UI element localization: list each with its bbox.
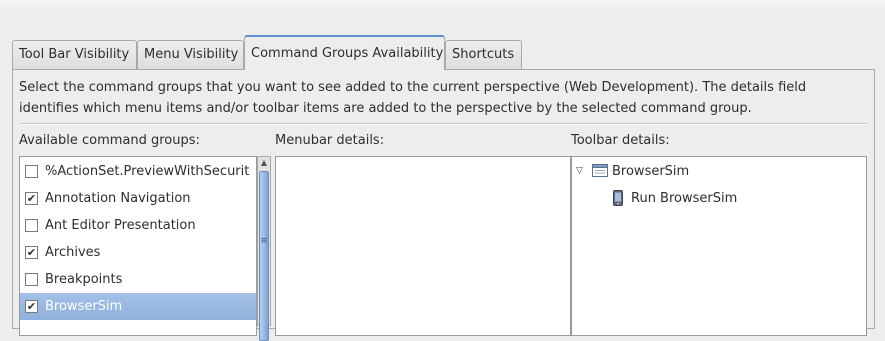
list-item-label: BrowserSim: [45, 299, 123, 314]
description-text: Select the command groups that you want …: [19, 80, 807, 116]
checkbox[interactable]: [25, 273, 38, 286]
menubar-details-pane[interactable]: [275, 156, 571, 336]
scrollbar-thumb[interactable]: ≡: [259, 171, 269, 341]
tab-shortcuts[interactable]: Shortcuts: [445, 40, 522, 70]
checkbox[interactable]: [25, 165, 38, 178]
tab-label: Shortcuts: [452, 47, 515, 62]
list-item[interactable]: ✔ Annotation Navigation: [20, 185, 256, 212]
checkbox[interactable]: ✔: [25, 246, 38, 259]
toolbar-group-icon: [592, 164, 608, 177]
grip-icon: ≡: [260, 236, 268, 246]
list-item[interactable]: Breakpoints: [20, 266, 256, 293]
list-item-selected[interactable]: ✔ BrowserSim: [20, 293, 256, 320]
window-top-band: [0, 0, 885, 14]
list-item-label: Ant Editor Presentation: [45, 218, 196, 233]
command-groups-list[interactable]: %ActionSet.PreviewWithSecurit ✔ Annotati…: [19, 156, 257, 336]
tree-node-label: Run BrowserSim: [631, 191, 738, 206]
command-groups-scrollbar[interactable]: ▲ ≡: [257, 156, 271, 341]
menubar-details-label: Menubar details:: [275, 133, 385, 148]
available-command-groups-label: Available command groups:: [19, 133, 200, 148]
checkbox[interactable]: ✔: [25, 300, 38, 313]
list-item-label: Archives: [45, 245, 101, 260]
list-item[interactable]: ✔ Archives: [20, 239, 256, 266]
checkbox[interactable]: [25, 219, 38, 232]
expander-icon[interactable]: ▽: [576, 166, 586, 176]
list-item-label: Annotation Navigation: [45, 191, 191, 206]
list-item-label: %ActionSet.PreviewWithSecurit: [45, 164, 250, 179]
checkbox[interactable]: ✔: [25, 192, 38, 205]
tree-node-browsersim[interactable]: ▽ BrowserSim: [572, 158, 866, 185]
toolbar-details-tree[interactable]: ▽ BrowserSim Run BrowserSim: [571, 156, 867, 336]
tab-command-groups-availability[interactable]: Command Groups Availability: [244, 35, 445, 70]
tab-label: Command Groups Availability: [251, 46, 444, 61]
tree-node-label: BrowserSim: [612, 164, 690, 179]
toolbar-details-label: Toolbar details:: [571, 133, 670, 148]
tab-tool-bar-visibility[interactable]: Tool Bar Visibility: [12, 40, 137, 70]
list-item[interactable]: %ActionSet.PreviewWithSecurit: [20, 158, 256, 185]
separator: [19, 123, 867, 125]
phone-icon: [613, 190, 623, 206]
tab-label: Menu Visibility: [144, 47, 239, 62]
tab-menu-visibility[interactable]: Menu Visibility: [137, 40, 244, 70]
scroll-up-arrow-icon[interactable]: ▲: [258, 157, 270, 169]
tree-node-run-browsersim[interactable]: Run BrowserSim: [572, 185, 866, 212]
list-item-label: Breakpoints: [45, 272, 123, 287]
list-item[interactable]: Ant Editor Presentation: [20, 212, 256, 239]
tab-label: Tool Bar Visibility: [19, 47, 130, 62]
